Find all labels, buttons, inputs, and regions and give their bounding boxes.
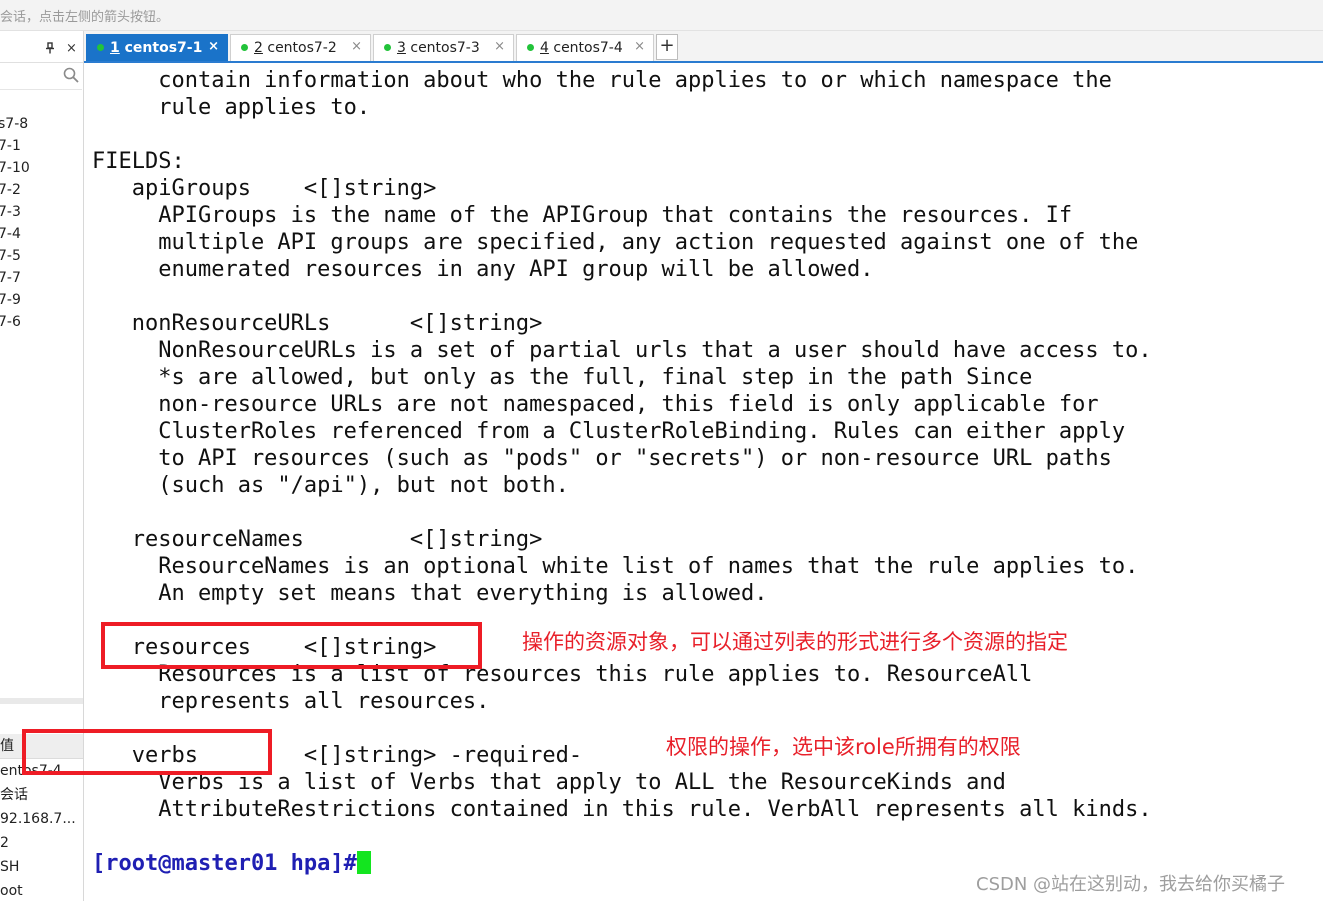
search-icon[interactable] — [62, 66, 80, 84]
window-top-bar: 会话，点击左侧的箭头按钮。 — [0, 0, 1323, 31]
terminal-line: nonResourceURLs <[]string> — [92, 311, 543, 336]
terminal-line: APIGroups is the name of the APIGroup th… — [92, 203, 1073, 228]
session-list-item[interactable]: s7-8 — [0, 113, 30, 135]
terminal-cursor — [356, 851, 371, 874]
csdn-watermark: CSDN @站在这别动，我去给你买橘子 — [976, 874, 1286, 895]
terminal-line: to API resources (such as "pods" or "sec… — [92, 446, 1112, 471]
session-list-item[interactable]: 7-6 — [0, 311, 30, 333]
session-list-item[interactable]: 7-3 — [0, 201, 30, 223]
session-list-item[interactable]: 7-10 — [0, 157, 30, 179]
tab-number: 1 — [110, 40, 120, 56]
resources-highlight-box — [101, 622, 482, 669]
terminal-line: An empty set means that everything is al… — [92, 581, 768, 606]
property-value: 2 — [0, 835, 9, 851]
property-value: SH — [0, 859, 20, 875]
verbs-highlight-box — [22, 729, 272, 775]
terminal-line: ClusterRoles referenced from a ClusterRo… — [92, 419, 1126, 444]
tab-centos7-3[interactable]: 3 centos7-3 × — [373, 34, 514, 61]
property-value: oot — [0, 883, 23, 899]
terminal-line: NonResourceURLs is a set of partial urls… — [92, 338, 1152, 363]
terminal-line: *s are allowed, but only as the full, fi… — [92, 365, 1033, 390]
property-value: 会话 — [0, 787, 28, 803]
close-tab-icon[interactable]: × — [351, 39, 362, 54]
terminal-line: rule applies to. — [92, 95, 371, 120]
close-tab-icon[interactable]: × — [634, 39, 645, 54]
terminal-line: apiGroups <[]string> — [92, 176, 437, 201]
session-list-item[interactable]: 7-9 — [0, 289, 30, 311]
terminal-line: enumerated resources in any API group wi… — [92, 257, 874, 282]
tab-number: 3 — [397, 40, 406, 56]
tab-label: centos7-2 — [262, 40, 337, 56]
pin-icon[interactable] — [45, 42, 55, 57]
verbs-annotation: 权限的操作，选中该role所拥有的权限 — [666, 735, 1021, 759]
shell-prompt: [root@master01 hpa]# — [92, 851, 357, 876]
session-hint-text: 会话，点击左侧的箭头按钮。 — [0, 10, 170, 25]
tab-centos7-4[interactable]: 4 centos7-4 × — [516, 34, 654, 61]
session-list-item[interactable]: 7-7 — [0, 267, 30, 289]
tab-label: centos7-3 — [405, 40, 480, 56]
sidebar-search-field[interactable] — [0, 63, 82, 90]
tab-label: centos7-4 — [548, 40, 623, 56]
terminal-line: non-resource URLs are not namespaced, th… — [92, 392, 1099, 417]
terminal-line: ResourceNames is an optional white list … — [92, 554, 1139, 579]
terminal-line: multiple API groups are specified, any a… — [92, 230, 1139, 255]
resources-annotation: 操作的资源对象，可以通过列表的形式进行多个资源的指定 — [522, 630, 1068, 654]
terminal-line: represents all resources. — [92, 689, 490, 714]
terminal-line: (such as "/api"), but not both. — [92, 473, 569, 498]
session-list-item[interactable]: 7-1 — [0, 135, 30, 157]
tab-centos7-2[interactable]: 2 centos7-2 × — [230, 34, 371, 61]
terminal-line: contain information about who the rule a… — [92, 68, 1112, 93]
tab-number: 2 — [254, 40, 263, 56]
session-list-item[interactable]: 7-4 — [0, 223, 30, 245]
session-list: s7-8 7-1 7-10 7-2 7-3 7-4 7-5 7-7 7-9 7-… — [0, 113, 30, 333]
tab-centos7-1[interactable]: 1 centos7-1 × — [86, 34, 228, 61]
session-list-item[interactable]: 7-5 — [0, 245, 30, 267]
connected-status-icon — [527, 44, 534, 51]
property-value: 92.168.7... — [0, 811, 76, 827]
new-tab-button[interactable]: + — [656, 34, 678, 60]
session-list-item[interactable]: 7-2 — [0, 179, 30, 201]
sidebar-header: × — [0, 36, 83, 63]
close-tab-icon[interactable]: × — [208, 39, 219, 54]
sidebar-splitter[interactable] — [0, 698, 83, 704]
connected-status-icon — [384, 44, 391, 51]
session-tab-bar: 1 centos7-1 × 2 centos7-2 × 3 centos7-3 … — [84, 31, 1323, 63]
connected-status-icon — [241, 44, 248, 51]
tab-number: 4 — [540, 40, 549, 56]
connected-status-icon — [97, 44, 104, 51]
close-tab-icon[interactable]: × — [494, 39, 505, 54]
terminal-line: FIELDS: — [92, 149, 185, 174]
tab-label: centos7-1 — [119, 40, 203, 56]
terminal-line: AttributeRestrictions contained in this … — [92, 797, 1152, 822]
terminal-line: resourceNames <[]string> — [92, 527, 543, 552]
close-icon[interactable]: × — [66, 41, 77, 56]
